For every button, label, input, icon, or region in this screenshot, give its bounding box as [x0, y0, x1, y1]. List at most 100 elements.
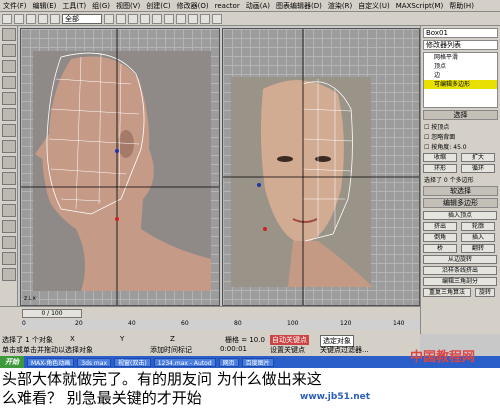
selection-filter-dropdown[interactable]: 全部	[62, 13, 102, 24]
ruler-tick: 0	[22, 320, 26, 327]
turn-button[interactable]: 旋转	[475, 288, 495, 297]
menu-item[interactable]: 编辑(E)	[30, 1, 60, 11]
material-editor-icon[interactable]	[200, 13, 210, 24]
inset-button[interactable]: 插入	[461, 233, 495, 242]
menu-item[interactable]: 渲染(R)	[325, 1, 355, 11]
tool-icon[interactable]	[2, 204, 16, 217]
selection-rollout-title[interactable]: 选择	[423, 110, 498, 120]
stack-item[interactable]: 网格平滑	[424, 53, 497, 62]
tool-icon[interactable]	[2, 172, 16, 185]
shrink-button[interactable]: 收缩	[423, 153, 457, 162]
start-button[interactable]: 开始	[0, 356, 24, 368]
undo-icon[interactable]	[2, 13, 12, 24]
menu-item[interactable]: 动画(A)	[243, 1, 273, 11]
ruler-tick: 100	[287, 320, 299, 327]
grow-button[interactable]: 扩大	[461, 153, 495, 162]
caption-line: 么难看？ 别急最关键的才开始	[2, 389, 202, 407]
ignore-backface-checkbox[interactable]: ☐ 忽略背面	[424, 132, 497, 141]
tool-icon[interactable]	[2, 236, 16, 249]
key-filter-button[interactable]: 关键点过滤器...	[320, 345, 369, 355]
modifier-list-dropdown[interactable]: 修改器列表	[423, 40, 498, 50]
tool-icon[interactable]	[2, 140, 16, 153]
by-angle-checkbox[interactable]: ☐ 按角度: 45.0	[424, 142, 497, 151]
command-panel: Box01 修改器列表 网格平滑 顶点 边 可编辑多边形 选择 ☐ 按顶点 ☐ …	[420, 26, 500, 334]
tool-icon[interactable]	[2, 92, 16, 105]
stack-item[interactable]: 边	[424, 71, 497, 80]
object-name-field[interactable]: Box01	[423, 28, 498, 38]
taskbar-item[interactable]: 网页	[218, 357, 239, 367]
menu-item[interactable]: 修改器(O)	[174, 1, 212, 11]
taskbar-item[interactable]: 1234.max - Autod	[153, 357, 216, 367]
rect-select-icon[interactable]	[128, 13, 138, 24]
select-icon[interactable]	[104, 13, 114, 24]
tool-icon[interactable]	[2, 220, 16, 233]
move-icon[interactable]	[140, 13, 150, 24]
tool-icon[interactable]	[2, 188, 16, 201]
rotate-icon[interactable]	[152, 13, 162, 24]
soft-selection-rollout[interactable]: 软选择	[423, 186, 498, 196]
tool-icon[interactable]	[2, 60, 16, 73]
grid-size: 栅格 = 10.0	[225, 336, 265, 344]
bridge-button[interactable]: 桥	[423, 244, 457, 253]
flip-button[interactable]: 翻转	[461, 244, 495, 253]
selection-info: 选择了 0 个多边形	[424, 177, 474, 184]
tool-icon[interactable]	[2, 44, 16, 57]
select-by-name-icon[interactable]	[116, 13, 126, 24]
mirror-icon[interactable]	[176, 13, 186, 24]
retriangulate-button[interactable]: 重复三角算法	[423, 288, 471, 297]
menu-item[interactable]: 组(G)	[89, 1, 113, 11]
menu-item[interactable]: 工具(T)	[59, 1, 89, 11]
angle-value[interactable]: 45.0	[453, 144, 466, 151]
menu-item[interactable]: 自定义(U)	[355, 1, 393, 11]
time-slider[interactable]: 0 / 100	[22, 309, 82, 318]
axis-gizmo: z⊥x	[24, 295, 36, 302]
taskbar-item[interactable]: 3ds max	[77, 357, 111, 367]
watermark-logo: 中国教程网	[410, 350, 476, 365]
menu-item[interactable]: 文件(F)	[0, 1, 30, 11]
tool-icon[interactable]	[2, 156, 16, 169]
by-vertex-checkbox[interactable]: ☐ 按顶点	[424, 122, 497, 131]
tool-icon[interactable]	[2, 76, 16, 89]
set-key-button[interactable]: 设置关键点	[270, 345, 305, 355]
taskbar-item[interactable]: 视窗(双击)	[114, 357, 151, 367]
align-icon[interactable]	[188, 13, 198, 24]
tool-icon[interactable]	[2, 108, 16, 121]
prompt-hint: 单击或单击并拖动以选择对象	[2, 346, 93, 354]
tool-icon[interactable]	[2, 124, 16, 137]
outline-button[interactable]: 轮廓	[461, 222, 495, 231]
menu-item[interactable]: 帮助(H)	[446, 1, 477, 11]
add-time-tag[interactable]: 添加时间标记	[150, 345, 192, 355]
taskbar-item[interactable]: 百度图片	[241, 357, 274, 367]
insert-vertex-button[interactable]: 插入顶点	[423, 211, 497, 220]
link-icon[interactable]	[26, 13, 36, 24]
left-viewport[interactable]: z⊥x	[20, 28, 220, 306]
redo-icon[interactable]	[14, 13, 24, 24]
unlink-icon[interactable]	[38, 13, 48, 24]
menu-item[interactable]: 创建(C)	[143, 1, 173, 11]
bind-icon[interactable]	[50, 13, 60, 24]
hinge-from-edge-button[interactable]: 从边旋转	[423, 255, 497, 264]
render-icon[interactable]	[212, 13, 222, 24]
ruler-tick: 40	[128, 320, 136, 327]
taskbar-item[interactable]: MAX-角色动画	[27, 357, 75, 367]
menu-item[interactable]: 视图(V)	[113, 1, 143, 11]
front-viewport[interactable]	[222, 28, 420, 306]
ring-button[interactable]: 环形	[423, 164, 457, 173]
menu-item[interactable]: MAXScript(M)	[393, 2, 446, 10]
autokey-button[interactable]: 自动关键点	[270, 335, 309, 345]
bevel-button[interactable]: 倒角	[423, 233, 457, 242]
stack-item[interactable]: 顶点	[424, 62, 497, 71]
ruler-tick: 140	[393, 320, 405, 327]
stack-item-selected[interactable]: 可编辑多边形	[424, 80, 497, 89]
edit-triangulation-button[interactable]: 编辑三角剖分	[423, 277, 497, 286]
tool-icon[interactable]	[2, 28, 16, 41]
extrude-along-spline-button[interactable]: 沿样条线挤出	[423, 266, 497, 275]
tool-icon[interactable]	[2, 268, 16, 281]
tool-icon[interactable]	[2, 252, 16, 265]
scale-icon[interactable]	[164, 13, 174, 24]
edit-polygons-rollout[interactable]: 编辑多边形	[423, 198, 498, 208]
menu-item[interactable]: 图表编辑器(D)	[273, 1, 325, 11]
extrude-button[interactable]: 挤出	[423, 222, 457, 231]
menu-item[interactable]: reactor	[212, 2, 243, 10]
loop-button[interactable]: 循环	[461, 164, 495, 173]
